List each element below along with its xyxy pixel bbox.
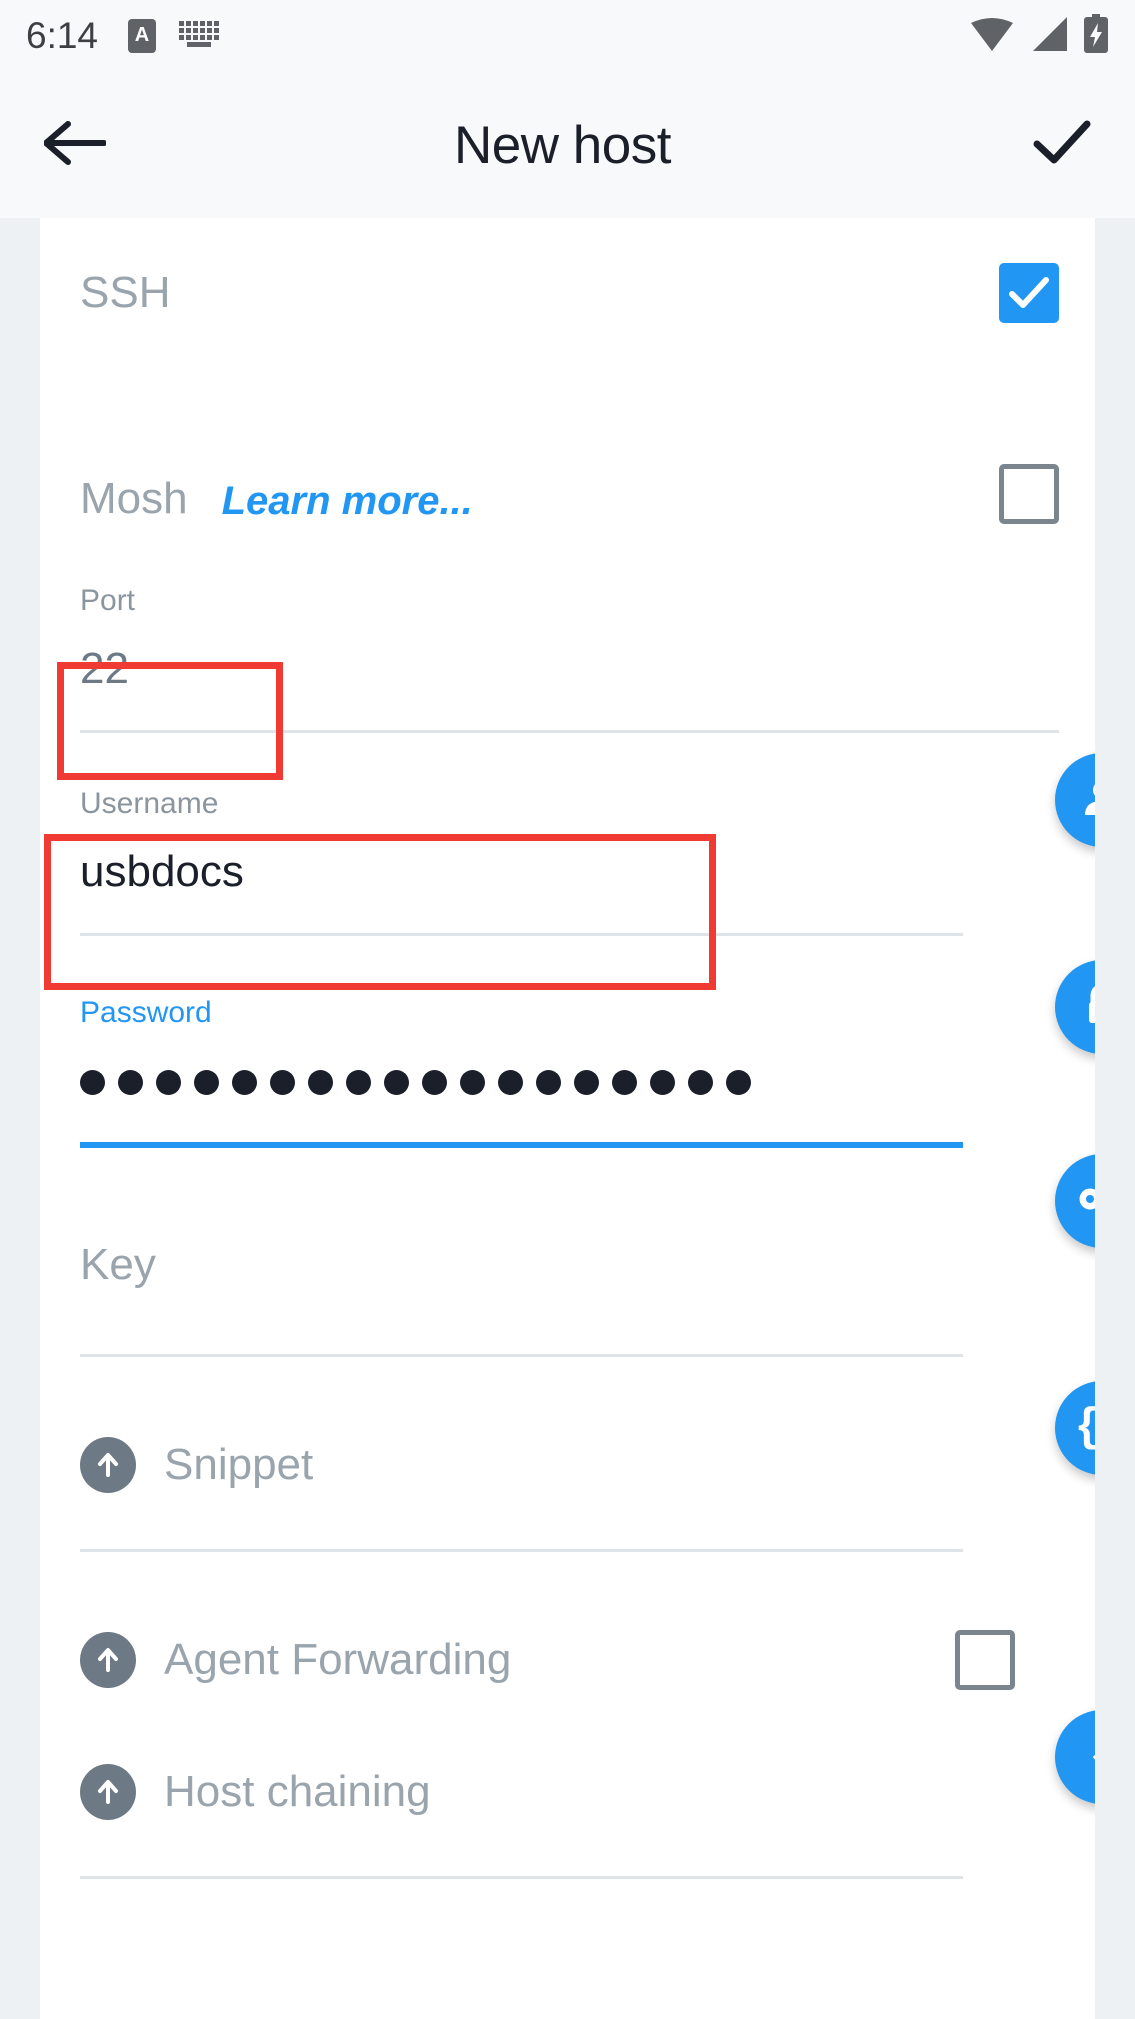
input-method-badge-icon: A	[128, 19, 157, 53]
snippet-field[interactable]: Snippet {}	[40, 1357, 1095, 1552]
host-chaining-label: Host chaining	[164, 1767, 431, 1816]
arrow-up-circle-icon	[80, 1632, 136, 1688]
curly-braces-icon: {}	[1074, 1405, 1095, 1451]
host-chaining-action-button[interactable]	[1055, 1710, 1095, 1804]
cellular-signal-icon	[1029, 15, 1069, 58]
password-mask-dot	[346, 1069, 371, 1095]
password-mask-dot	[498, 1069, 523, 1095]
keyboard-icon	[178, 19, 220, 54]
arrow-up-circle-icon	[80, 1764, 136, 1820]
password-mask-dot	[536, 1069, 561, 1095]
lock-icon	[1080, 982, 1095, 1033]
ssh-row[interactable]: SSH	[40, 218, 1095, 368]
save-host-button[interactable]	[1011, 120, 1091, 171]
mosh-learn-more-link[interactable]: Learn more...	[222, 479, 473, 524]
username-action-button[interactable]	[1055, 753, 1095, 847]
password-mask-dot	[270, 1069, 295, 1095]
password-field[interactable]: Password	[40, 936, 1095, 1148]
password-mask-dot	[232, 1069, 257, 1095]
status-bar: 6:14 A	[0, 0, 1135, 72]
person-icon	[1079, 775, 1095, 826]
snippet-label: Snippet	[164, 1440, 314, 1489]
ssh-label: SSH	[80, 268, 171, 317]
key-icon	[1078, 1182, 1095, 1221]
agent-forwarding-checkbox[interactable]	[955, 1630, 1015, 1690]
password-mask-dot	[726, 1069, 751, 1095]
agent-forwarding-label: Agent Forwarding	[164, 1635, 512, 1684]
key-label: Key	[80, 1240, 156, 1289]
battery-charging-icon	[1083, 13, 1109, 59]
host-chaining-row[interactable]: Host chaining	[80, 1764, 1059, 1820]
port-value[interactable]: 22	[80, 644, 1059, 696]
agent-forwarding-row[interactable]: Agent Forwarding	[80, 1630, 1059, 1690]
agent-forwarding-field[interactable]: Agent Forwarding	[40, 1552, 1095, 1690]
password-label: Password	[80, 996, 212, 1029]
password-value[interactable]	[80, 1056, 1059, 1108]
status-bar-notification-icons: A	[128, 19, 220, 54]
host-chaining-underline	[80, 1876, 963, 1879]
password-mask-dot	[384, 1069, 409, 1095]
password-mask-dot	[460, 1069, 485, 1095]
password-mask-dot	[650, 1069, 675, 1095]
password-mask-dot	[118, 1069, 143, 1095]
snippet-row[interactable]: Snippet	[80, 1437, 1059, 1493]
password-mask-dot	[194, 1069, 219, 1095]
snippet-action-button[interactable]: {}	[1055, 1381, 1095, 1475]
username-value[interactable]: usbdocs	[80, 847, 1059, 899]
mosh-checkbox[interactable]	[999, 464, 1059, 524]
key-action-button[interactable]	[1055, 1154, 1095, 1248]
host-chaining-field[interactable]: Host chaining	[40, 1690, 1095, 1879]
ssh-checkbox[interactable]	[999, 263, 1059, 323]
mosh-label: Mosh	[80, 474, 188, 523]
password-mask-dot	[80, 1069, 105, 1095]
password-mask-dot	[156, 1069, 181, 1095]
checkmark-icon	[1033, 120, 1091, 171]
password-mask-dot	[688, 1069, 713, 1095]
password-action-button[interactable]	[1055, 960, 1095, 1054]
mosh-row[interactable]: Mosh Learn more...	[40, 368, 1095, 546]
password-mask-dot	[612, 1069, 637, 1095]
password-mask-dot	[308, 1069, 333, 1095]
arrow-up-circle-icon	[80, 1437, 136, 1493]
page-title: New host	[454, 115, 671, 175]
host-form: SSH Mosh Learn more... Port 22 Username …	[40, 218, 1095, 2019]
status-bar-system-icons	[969, 13, 1109, 59]
username-label: Username	[80, 787, 219, 820]
phone-screen: 6:14 A New host SSH Mosh Learn more... P…	[0, 0, 1135, 2019]
status-clock: 6:14	[26, 15, 99, 56]
password-mask-dot	[422, 1069, 447, 1095]
port-field[interactable]: Port 22	[40, 546, 1095, 733]
username-field[interactable]: Username usbdocs	[40, 733, 1095, 936]
port-label: Port	[80, 584, 136, 617]
wifi-icon	[969, 15, 1015, 58]
back-button[interactable]	[43, 120, 124, 171]
password-mask-dot	[574, 1069, 599, 1095]
arrow-left-icon	[43, 120, 107, 171]
host-chaining-icon	[1082, 1729, 1095, 1786]
app-bar: New host	[0, 72, 1135, 218]
key-field[interactable]: Key	[40, 1148, 1095, 1357]
